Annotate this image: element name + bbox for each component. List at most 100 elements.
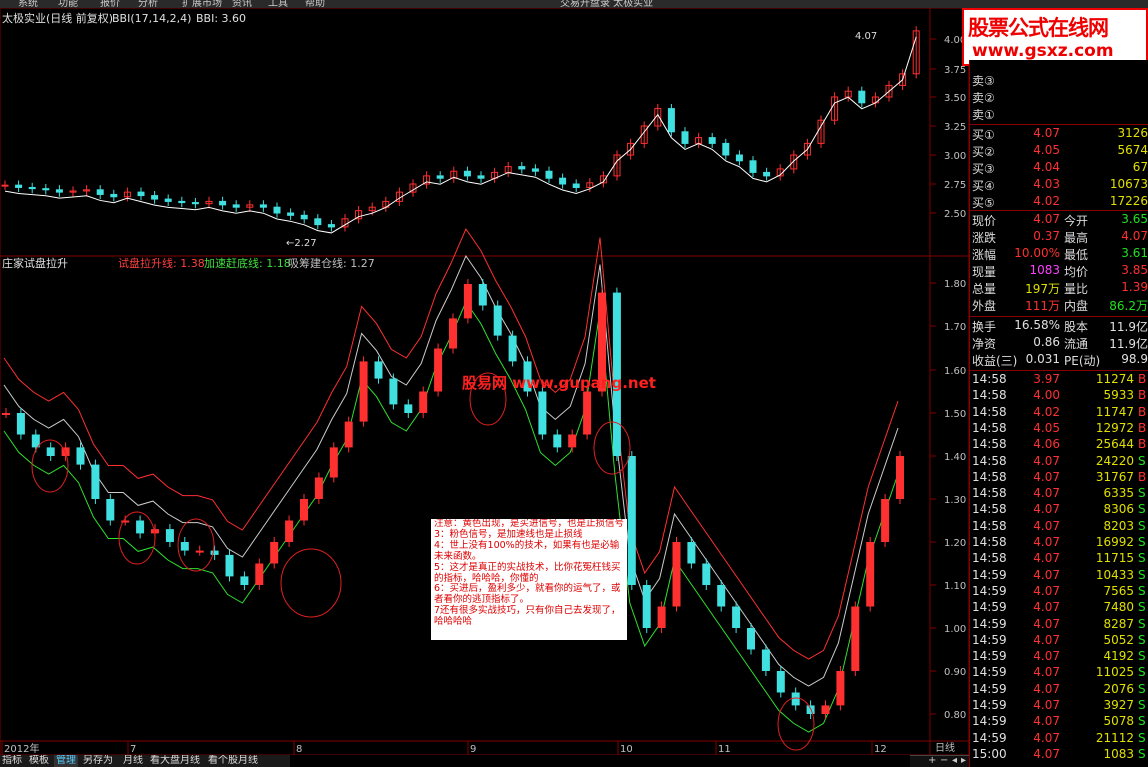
divider xyxy=(970,124,1148,125)
candle xyxy=(717,585,726,607)
tick-price: 4.07 xyxy=(1033,486,1060,501)
tick-volume: 11747 xyxy=(1095,404,1134,419)
candle xyxy=(15,184,23,188)
candle xyxy=(191,202,199,205)
quote-value: 1.39 xyxy=(1121,280,1148,294)
candle xyxy=(110,193,118,198)
menu-item[interactable]: 扩展市场 xyxy=(182,0,222,8)
bid-price: 4.04 xyxy=(1033,160,1060,174)
menu-item[interactable]: 报价 xyxy=(100,0,120,8)
scroll-right-icon[interactable]: ▸ xyxy=(961,755,966,766)
tab-1[interactable]: 模板 xyxy=(27,755,51,767)
tick-side: S xyxy=(1138,486,1146,501)
menu-item[interactable]: 系统 xyxy=(18,0,38,8)
tick-side: S xyxy=(1138,681,1146,696)
y-tick-label: 2.50 xyxy=(944,209,966,220)
tick-side: B xyxy=(1138,437,1147,452)
candle xyxy=(259,204,267,208)
tick-volume: 16992 xyxy=(1095,535,1134,549)
candle xyxy=(240,576,249,585)
tick-time: 14:58 xyxy=(972,518,1007,533)
tick-time: 14:58 xyxy=(972,453,1007,468)
y-tick-label: 1.80 xyxy=(944,279,966,290)
candle xyxy=(836,671,845,706)
candle xyxy=(449,318,457,349)
candle xyxy=(866,542,875,607)
tick-time: 14:59 xyxy=(972,567,1007,582)
tick-side: B xyxy=(1138,388,1147,403)
signal-circle xyxy=(593,421,631,475)
bid-price: 4.03 xyxy=(1033,177,1060,191)
quote-value: 3.61 xyxy=(1121,246,1148,260)
ask-label: 卖③ xyxy=(972,74,995,88)
tab-0[interactable]: 指标 xyxy=(0,755,24,767)
candle xyxy=(287,212,295,216)
scroll-left-icon[interactable]: ◂ xyxy=(952,755,957,766)
menu-item[interactable]: 分析 xyxy=(138,0,158,8)
candle xyxy=(16,413,25,435)
tick-time: 14:59 xyxy=(972,583,1007,598)
fund-value: 0.031 xyxy=(1025,352,1060,366)
candle xyxy=(572,183,580,188)
menu-item[interactable]: 资讯 xyxy=(232,0,252,8)
tick-time: 14:59 xyxy=(972,698,1007,712)
quote-value: 111万 xyxy=(1025,299,1060,313)
bottom-tabs: 指标 模板 管理 另存为 月线 看大盘月线 看个股月线 xyxy=(0,755,290,767)
tick-price: 4.07 xyxy=(1033,730,1060,745)
x-tick-label: 7 xyxy=(130,744,136,755)
menu-item[interactable]: 功能 xyxy=(58,0,78,8)
tick-side: S xyxy=(1138,453,1146,468)
candle xyxy=(722,142,730,156)
scroll-plus-icon[interactable]: + xyxy=(928,755,936,766)
tick-side: S xyxy=(1138,616,1146,631)
tick-time: 14:58 xyxy=(972,388,1007,403)
scroll-minus-icon[interactable]: − xyxy=(940,755,948,766)
tab-6[interactable]: 看个股月线 xyxy=(206,755,260,767)
fund-value: 11.9亿 xyxy=(1109,337,1148,351)
bid-volume: 17226 xyxy=(1109,194,1148,208)
x-tick-label: 11 xyxy=(718,744,731,755)
note-line: 6：买进后，盈利多少，就看你的运气了，或者看你的逃顶指标了。 xyxy=(434,583,621,606)
scroll-controls[interactable]: + − ◂ ▸ xyxy=(910,755,969,767)
candle xyxy=(681,131,689,144)
candle xyxy=(96,189,104,195)
high-price-label: 4.07 xyxy=(855,31,877,42)
candle xyxy=(419,391,428,413)
divider xyxy=(970,316,1148,317)
fund-label: PE(动) xyxy=(1064,354,1101,368)
candle xyxy=(180,542,189,551)
candle xyxy=(344,421,353,448)
tick-price: 4.07 xyxy=(1033,600,1060,615)
menu-item[interactable]: 工具 xyxy=(268,0,288,8)
watermark: 股易网 www.gupang.net xyxy=(462,374,656,392)
y-tick-label: 1.60 xyxy=(944,366,966,377)
tick-side: S xyxy=(1138,632,1146,647)
x-tick-label: 10 xyxy=(620,744,633,755)
ask-label: 卖② xyxy=(972,91,995,105)
upper-indicator: BBI(17,14,2,4) xyxy=(112,12,191,25)
candle xyxy=(165,529,174,542)
tab-4[interactable]: 月线 xyxy=(121,755,145,767)
candle xyxy=(106,499,115,521)
quote-label: 今开 xyxy=(1064,214,1089,228)
tick-time: 14:59 xyxy=(972,714,1007,729)
tick-side: S xyxy=(1138,567,1146,582)
tab-2[interactable]: 管理 xyxy=(54,755,78,767)
y-tick-label: 1.10 xyxy=(944,581,966,592)
tab-5[interactable]: 看大盘月线 xyxy=(148,755,202,767)
quote-label: 外盘 xyxy=(972,299,997,313)
candle xyxy=(327,224,335,228)
tab-3[interactable]: 另存为 xyxy=(81,755,115,767)
tick-time: 14:59 xyxy=(972,730,1007,745)
tick-volume: 24220 xyxy=(1095,453,1134,468)
bid-price: 4.05 xyxy=(1033,143,1060,157)
candle xyxy=(225,554,234,577)
candle xyxy=(478,284,487,306)
menu-item[interactable]: 帮助 xyxy=(305,0,325,8)
candle xyxy=(178,200,186,204)
tick-volume: 7480 xyxy=(1103,600,1134,615)
tick-side: B xyxy=(1138,372,1147,386)
tick-price: 4.07 xyxy=(1033,535,1060,549)
y-tick-label: 1.40 xyxy=(944,452,966,463)
tick-time: 14:58 xyxy=(972,437,1007,452)
